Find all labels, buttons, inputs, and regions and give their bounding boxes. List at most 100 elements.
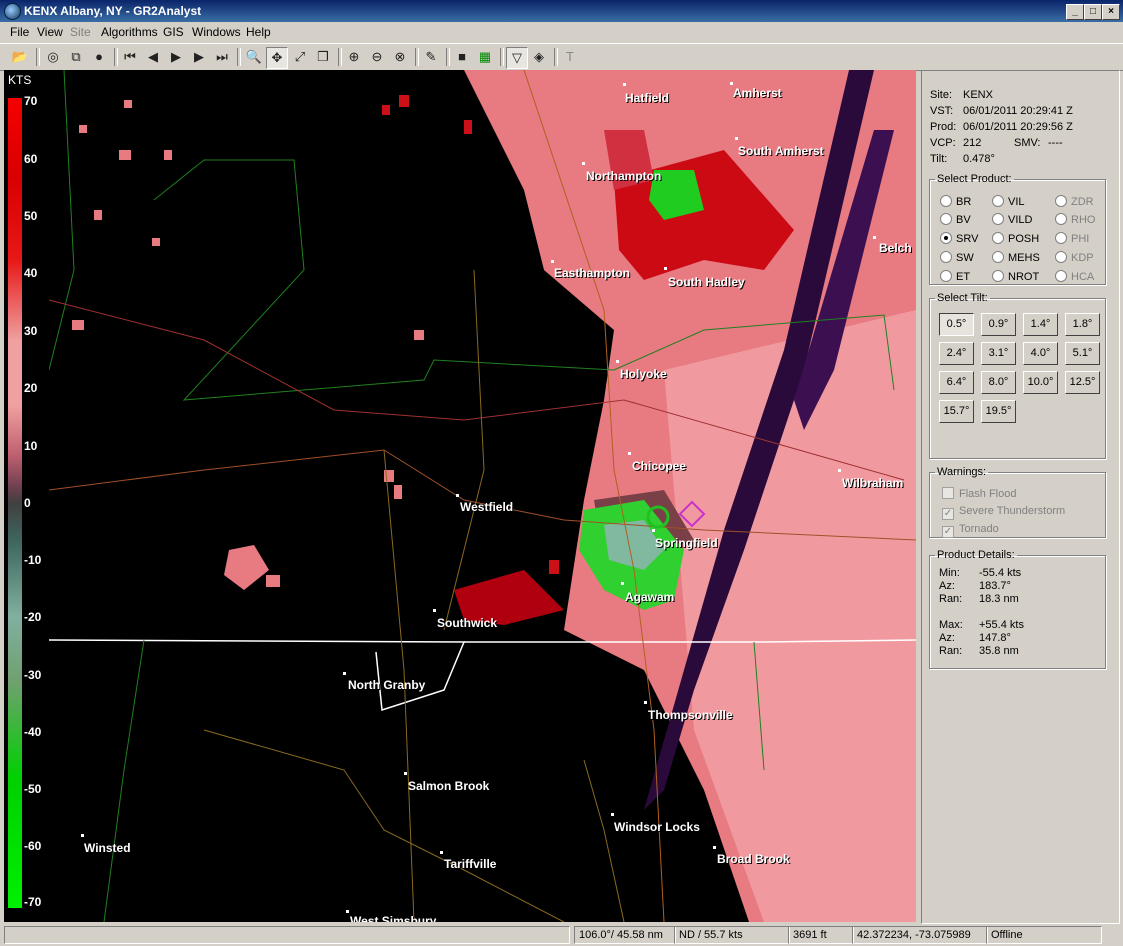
- prev-frame-icon[interactable]: ◀: [143, 47, 163, 67]
- city-marker: [433, 609, 436, 612]
- product-radio-sw[interactable]: SW: [940, 251, 974, 264]
- pencil-icon[interactable]: ✎: [421, 47, 441, 67]
- zoom-icon[interactable]: 🔍: [244, 47, 264, 67]
- flash-flood-checkbox[interactable]: Flash Flood: [942, 487, 1016, 500]
- scale-color-bar: [8, 98, 22, 908]
- tilt-button-2-4[interactable]: 2.4°: [939, 342, 974, 365]
- zoom-out-icon[interactable]: ⊖: [367, 47, 387, 67]
- open-icon[interactable]: 📂: [10, 47, 30, 67]
- city-marker: [404, 772, 407, 775]
- menu-help[interactable]: Help: [246, 25, 271, 39]
- tilt-button-15-7[interactable]: 15.7°: [939, 400, 974, 423]
- close-button[interactable]: ×: [1102, 4, 1120, 20]
- diamond-tool-icon[interactable]: ◈: [529, 47, 549, 67]
- menu-gis[interactable]: GIS: [163, 25, 184, 39]
- tornado-checkbox[interactable]: ✓ Tornado: [942, 523, 999, 538]
- product-radio-rho[interactable]: RHO: [1055, 213, 1095, 226]
- city-label: Windsor Locks: [614, 820, 700, 834]
- tilt-button-0-9[interactable]: 0.9°: [981, 313, 1016, 336]
- minimize-button[interactable]: _: [1066, 4, 1084, 20]
- tilt-button-5-1[interactable]: 5.1°: [1065, 342, 1100, 365]
- tilt-button-8-0[interactable]: 8.0°: [981, 371, 1016, 394]
- product-radio-vild[interactable]: VILD: [992, 213, 1032, 226]
- copy-icon[interactable]: ⧉: [66, 47, 86, 67]
- scale-tick: 30: [24, 324, 38, 338]
- tilt-button-10-0[interactable]: 10.0°: [1023, 371, 1058, 394]
- city-label: Easthampton: [554, 266, 631, 280]
- product-radio-br[interactable]: BR: [940, 195, 971, 208]
- grid-icon[interactable]: ▦: [475, 47, 495, 67]
- smv-label: SMV:: [1014, 137, 1041, 149]
- city-label: West Simsbury: [350, 914, 437, 922]
- tilt-button-1-4[interactable]: 1.4°: [1023, 313, 1058, 336]
- city-label: Wilbraham: [842, 476, 904, 490]
- city-label: Southwick: [437, 616, 498, 630]
- text-tool-icon[interactable]: T: [560, 47, 580, 67]
- radar-map[interactable]: KTS 70 60 50 40 30 20 10 0 -10 -20 -30 -…: [4, 70, 916, 922]
- pan-icon[interactable]: ✥: [266, 47, 288, 69]
- city-marker: [456, 494, 459, 497]
- tilt-button-3-1[interactable]: 3.1°: [981, 342, 1016, 365]
- scale-tick: -20: [24, 610, 42, 624]
- window-title: KENX Albany, NY - GR2Analyst: [24, 4, 202, 18]
- status-azimuth-range: 106.0°/ 45.58 nm: [574, 926, 676, 944]
- play-icon[interactable]: ▶: [166, 47, 186, 67]
- city-marker: [735, 137, 738, 140]
- az-value: 183.7°: [979, 580, 1011, 592]
- last-frame-icon[interactable]: ⏭: [212, 47, 232, 67]
- ran-value: 35.8 nm: [979, 645, 1019, 657]
- product-radio-posh[interactable]: POSH: [992, 232, 1039, 245]
- scale-tick: 20: [24, 381, 38, 395]
- severe-thunderstorm-checkbox[interactable]: ✓ Severe Thunderstorm: [942, 505, 1065, 520]
- vst-label: VST:: [930, 105, 954, 117]
- product-radio-zdr[interactable]: ZDR: [1055, 195, 1094, 208]
- first-frame-icon[interactable]: ⏮: [120, 47, 140, 67]
- product-radio-srv[interactable]: SRV: [940, 232, 978, 245]
- stop-icon[interactable]: ■: [452, 47, 472, 67]
- layers-icon[interactable]: ❐: [313, 47, 333, 67]
- az-label: Az:: [939, 632, 955, 644]
- product-radio-bv[interactable]: BV: [940, 213, 971, 226]
- triangle-tool-icon[interactable]: ▽: [506, 47, 528, 69]
- menu-file[interactable]: File: [10, 25, 29, 39]
- scale-tick: -70: [24, 895, 42, 909]
- city-marker: [81, 834, 84, 837]
- globe-icon[interactable]: ●: [89, 47, 109, 67]
- tilt-button-6-4[interactable]: 6.4°: [939, 371, 974, 394]
- city-label: Broad Brook: [717, 852, 790, 866]
- tilt-button-1-8[interactable]: 1.8°: [1065, 313, 1100, 336]
- tilt-button-4-0[interactable]: 4.0°: [1023, 342, 1058, 365]
- product-radio-kdp[interactable]: KDP: [1055, 251, 1094, 264]
- product-radio-hca[interactable]: HCA: [1055, 270, 1094, 283]
- toolbar-separator: [446, 48, 450, 66]
- next-frame-icon[interactable]: ▶: [189, 47, 209, 67]
- maximize-button[interactable]: □: [1084, 4, 1102, 20]
- city-marker: [873, 236, 876, 239]
- vcp-value: 212: [963, 137, 982, 149]
- scale-tick: 10: [24, 439, 38, 453]
- zoom-reset-icon[interactable]: ⊗: [390, 47, 410, 67]
- menu-site[interactable]: Site: [70, 25, 91, 39]
- product-radio-phi[interactable]: PHI: [1055, 232, 1089, 245]
- vcp-label: VCP:: [930, 137, 956, 149]
- scale-tick: -40: [24, 725, 42, 739]
- tilt-button-19-5[interactable]: 19.5°: [981, 400, 1016, 423]
- record-icon[interactable]: ◎: [43, 47, 63, 67]
- menu-view[interactable]: View: [37, 25, 63, 39]
- product-radio-et[interactable]: ET: [940, 270, 970, 283]
- tilt-button-0-5[interactable]: 0.5°: [939, 313, 974, 336]
- city-marker: [611, 813, 614, 816]
- zoom-in-icon[interactable]: ⊕: [344, 47, 364, 67]
- product-radio-mehs[interactable]: MEHS: [992, 251, 1040, 264]
- scale-tick: 0: [24, 496, 31, 510]
- menu-windows[interactable]: Windows: [192, 25, 241, 39]
- app-icon: [4, 3, 21, 20]
- product-radio-vil[interactable]: VIL: [992, 195, 1025, 208]
- tilt-button-12-5[interactable]: 12.5°: [1065, 371, 1100, 394]
- menu-algorithms[interactable]: Algorithms: [101, 25, 158, 39]
- status-latlon: 42.372234, -73.075989: [852, 926, 988, 944]
- city-label: Thompsonville: [648, 708, 733, 722]
- velocity-color-scale: KTS 70 60 50 40 30 20 10 0 -10 -20 -30 -…: [4, 70, 49, 922]
- measure-icon[interactable]: ⤢: [290, 47, 310, 67]
- product-radio-nrot[interactable]: NROT: [992, 270, 1039, 283]
